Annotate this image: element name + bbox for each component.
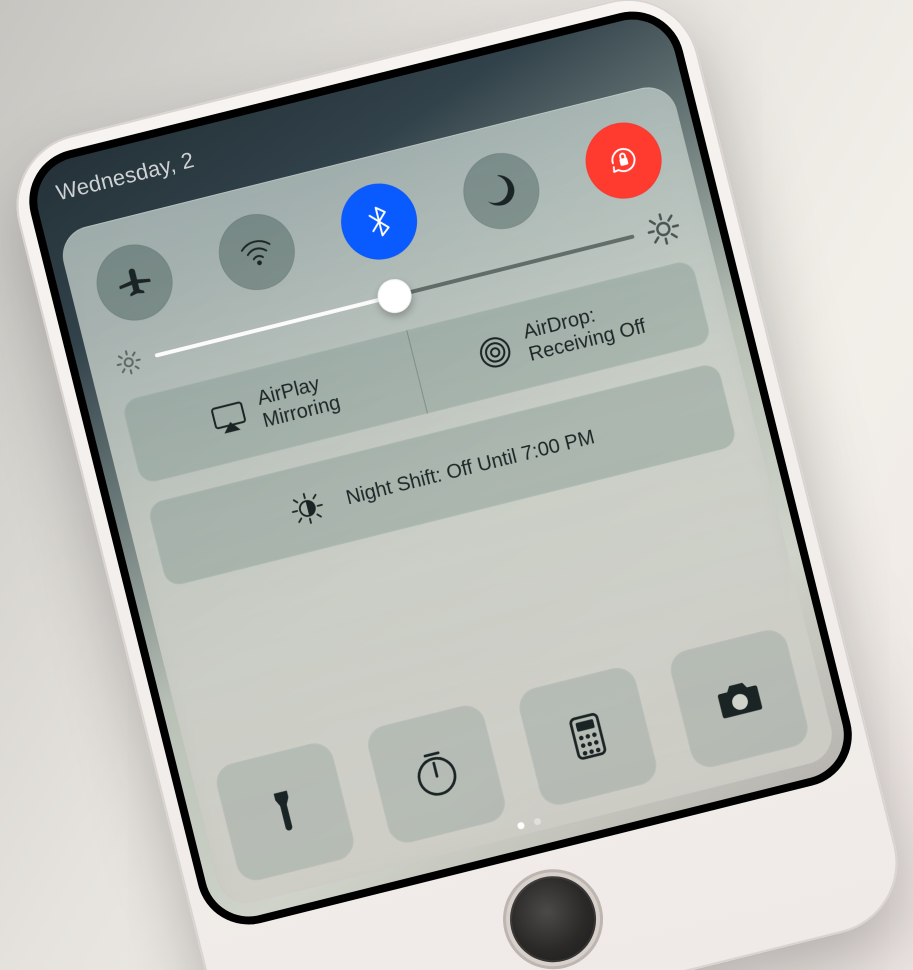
- bluetooth-toggle[interactable]: [333, 175, 425, 267]
- moon-icon: [478, 168, 524, 214]
- home-button[interactable]: [500, 867, 604, 970]
- control-center-pager[interactable]: [516, 817, 541, 830]
- airdrop-icon: [471, 328, 519, 376]
- airplay-icon: [205, 394, 253, 442]
- brightness-high-icon: [643, 209, 682, 248]
- bluetooth-icon: [356, 198, 402, 244]
- rotation-lock-toggle[interactable]: [577, 114, 669, 206]
- shortcut-tiles: [212, 625, 812, 884]
- brightness-low-icon: [112, 346, 144, 378]
- timer-icon: [403, 741, 468, 806]
- airdrop-label: AirDrop: Receiving Off: [521, 293, 648, 367]
- airplay-label: AirPlay Mirroring: [255, 369, 343, 433]
- brightness-thumb[interactable]: [373, 275, 414, 316]
- control-center-panel: AirPlay Mirroring AirDrop:: [56, 81, 838, 909]
- camera-button[interactable]: [666, 625, 811, 770]
- wifi-toggle[interactable]: [210, 205, 302, 297]
- calculator-icon: [555, 703, 620, 768]
- flashlight-icon: [252, 779, 317, 844]
- night-shift-label: Night Shift: Off Until 7:00 PM: [343, 425, 596, 509]
- screen: Wednesday, 2: [27, 10, 852, 926]
- page-dot-active: [516, 821, 524, 829]
- wifi-icon: [233, 229, 279, 275]
- rotation-lock-icon: [600, 137, 646, 183]
- airplane-icon: [111, 259, 157, 305]
- timer-button[interactable]: [363, 701, 508, 846]
- camera-icon: [706, 665, 771, 730]
- screen-bezel: Wednesday, 2: [18, 0, 863, 935]
- iphone-device: Wednesday, 2: [1, 0, 912, 970]
- scene: Wednesday, 2: [1, 0, 912, 970]
- do-not-disturb-toggle[interactable]: [455, 145, 547, 237]
- airplane-mode-toggle[interactable]: [88, 236, 180, 328]
- lockscreen-date: Wednesday, 2: [53, 146, 196, 205]
- calculator-button[interactable]: [515, 663, 660, 808]
- flashlight-button[interactable]: [212, 739, 357, 884]
- page-dot: [533, 817, 541, 825]
- night-shift-icon: [285, 486, 329, 530]
